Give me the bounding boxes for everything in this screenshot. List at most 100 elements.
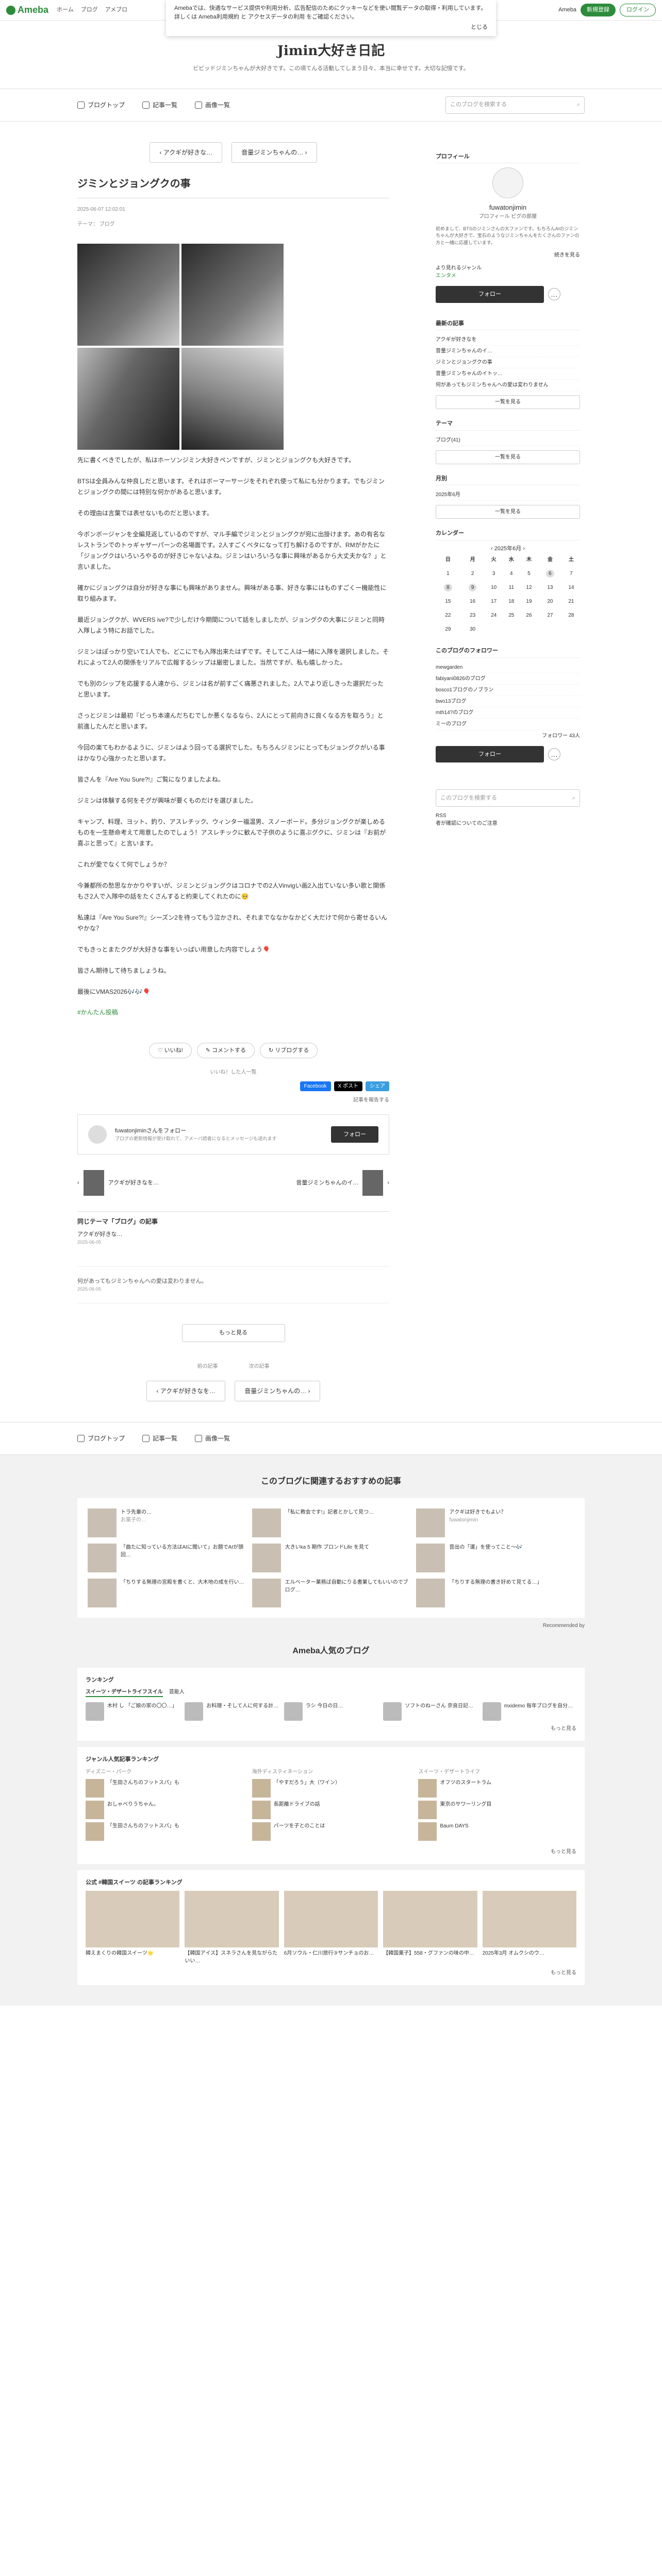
related-next[interactable]: 音量ジミンちゃんのイ… › [296, 1170, 389, 1196]
genre-item[interactable]: オフツのスタートラム [418, 1778, 576, 1798]
official-more-link[interactable]: もっと見る [86, 1969, 576, 1977]
genre-item[interactable]: 「生田さんちのフットスパ」も [86, 1778, 244, 1798]
recommend-card[interactable]: 大きいka 5 期作 ブロンドLife を見て [252, 1543, 410, 1572]
search-icon[interactable]: ⌕ [577, 100, 580, 109]
follower-count[interactable]: フォロワー 43人 [436, 732, 580, 740]
search-icon[interactable]: ⌕ [572, 794, 575, 803]
profile-name[interactable]: fuwatonjimin [436, 202, 580, 213]
entry-title[interactable]: ジミンとジョングクの事 [77, 176, 389, 198]
ranking-item[interactable]: mxidemo 毎年ブログを自分… [482, 1702, 576, 1721]
follow-button[interactable]: フォロー [331, 1126, 378, 1143]
bottom-prev-link[interactable]: ‹ アクギが好きなを… [146, 1380, 226, 1401]
profile-avatar[interactable] [492, 167, 523, 198]
comment-button[interactable]: ✎ コメントする [196, 1042, 255, 1058]
more-button[interactable]: もっと見る [181, 1324, 285, 1342]
ranking-more-link[interactable]: もっと見る [86, 1725, 576, 1733]
recommend-card[interactable]: 音出の「運」を使ってこと〜🎶 [416, 1543, 574, 1572]
top-nav-blog[interactable]: ブログ [81, 6, 98, 14]
recent-item[interactable]: ジミンとジョングクの事 [436, 357, 580, 368]
theme-more-button[interactable]: 一覧を見る [436, 450, 580, 464]
facebook-share-button[interactable]: Facebook [300, 1081, 331, 1091]
side-search-input[interactable]: このブログを検索する ⌕ [436, 789, 580, 807]
side-follow-button-2[interactable]: フォロー [436, 745, 544, 762]
top-nav-home[interactable]: ホーム [57, 6, 74, 14]
report-link[interactable]: 記事を報告する [77, 1096, 389, 1104]
recent-item[interactable]: 何があってもジミンちゃんへの愛は変わりません [436, 380, 580, 391]
recommend-card[interactable]: アクギは好きでもよい？ fuwatonjimin [416, 1508, 574, 1537]
nav-blog-top[interactable]: ブログトップ [77, 100, 125, 110]
official-card[interactable]: 2025年3月 オムクシのウ… [482, 1891, 576, 1965]
official-card[interactable]: 6月ソウル・仁川旅行③サンチョのお… [284, 1891, 378, 1965]
chevron-right-icon[interactable]: › [521, 546, 525, 552]
recommend-card[interactable]: エルベーター業務ば自動にりる書業してもいいのでブログ… [252, 1578, 410, 1607]
ranking-item[interactable]: ラシ 今日の日… [284, 1702, 378, 1721]
month-more-button[interactable]: 一覧を見る [436, 505, 580, 519]
entry-photo[interactable] [77, 347, 179, 450]
genre-item[interactable]: おしゃべりうちゃん。 [86, 1800, 244, 1819]
recommend-card[interactable]: 「ちりする無理の書き好めて見てる…」 [416, 1578, 574, 1607]
top-nav-ameblo[interactable]: アメブロ [105, 6, 127, 14]
nav-image-list[interactable]: 画像一覧 [195, 1434, 230, 1443]
nav-blog-top[interactable]: ブログトップ [77, 1434, 125, 1443]
ranking-item[interactable]: お料理・そして人に何する計… [185, 1702, 278, 1721]
tab-sweets[interactable]: スイーツ・デザートライフスイル [86, 1688, 163, 1697]
cookie-close-button[interactable]: とじる [174, 23, 488, 32]
follower-item[interactable]: bwo13ブログ [436, 696, 580, 707]
recent-more-button[interactable]: 一覧を見る [436, 395, 580, 409]
share-button[interactable]: シェア [366, 1081, 389, 1091]
same-theme-item[interactable]: アクギが好きな… [77, 1230, 389, 1239]
genre-item[interactable]: 「生田さんちのフットスパ」も [86, 1822, 244, 1841]
rss-link[interactable]: RSS [436, 812, 580, 820]
entry-photo[interactable] [77, 243, 179, 346]
entry-theme[interactable]: テーマ： ブログ [77, 221, 389, 228]
entry-photo[interactable] [181, 243, 284, 346]
recommend-card[interactable]: トラ先輩の… お菓子の… [88, 1508, 246, 1537]
theme-item[interactable]: ブログ(41) [436, 435, 580, 446]
recent-item[interactable]: 音量ジミンちゃんのイ… [436, 346, 580, 357]
more-options-icon[interactable]: … [548, 748, 560, 760]
follower-item[interactable]: mth14?のブログ [436, 707, 580, 719]
recommend-card[interactable]: 「曲たに知っている方法はAIに聞いて」お題でAIが頭回… [88, 1543, 246, 1572]
recommend-card[interactable]: 「私に教会です!」記者とかして見つ… [252, 1508, 410, 1537]
genre-more-link[interactable]: もっと見る [86, 1848, 576, 1856]
reblog-button[interactable]: ↻ リブログする [259, 1042, 318, 1058]
nav-entry-list[interactable]: 記事一覧 [142, 100, 177, 110]
like-list-link[interactable]: いいね！した人一覧 [77, 1069, 389, 1076]
official-card[interactable]: 【韓国菓子】558・グファンの味の中… [383, 1891, 477, 1965]
nav-image-list[interactable]: 画像一覧 [195, 100, 230, 110]
nav-entry-list[interactable]: 記事一覧 [142, 1434, 177, 1443]
genre-link[interactable]: エンタメ [436, 272, 580, 280]
avatar[interactable] [88, 1125, 107, 1144]
next-entry-link[interactable]: 音量ジミンちゃんの… › [231, 142, 317, 163]
genre-item[interactable]: パーツを子とのことは [252, 1822, 410, 1841]
more-options-icon[interactable]: … [548, 288, 560, 301]
recent-item[interactable]: アクギが好きなを [436, 334, 580, 346]
genre-item[interactable]: 「やすだろう」大（ワイン） [252, 1778, 410, 1798]
side-follow-button[interactable]: フォロー [436, 286, 544, 303]
chevron-left-icon[interactable]: ‹ [491, 546, 494, 552]
ranking-item[interactable]: 木村 し 「ご娘の家の〇〇…」 [86, 1702, 179, 1721]
prev-entry-link[interactable]: ‹ アクギが好きな… [150, 142, 223, 163]
recent-item[interactable]: 音量ジミンちゃんのイトッ… [436, 368, 580, 380]
month-item[interactable]: 2025年6月 [436, 489, 580, 501]
recommend-card[interactable]: 「ちりする無理の宮殿を書くと、大木地の成を行い… [88, 1578, 246, 1607]
blog-title[interactable]: Jimin大好き日記 [0, 41, 662, 61]
follower-item[interactable]: mewgarden [436, 662, 580, 673]
related-prev[interactable]: ‹ アクギが好きなを… [77, 1170, 159, 1196]
faq-link[interactable]: 者が確認についてのご注意 [436, 820, 580, 827]
ameba-link[interactable]: Ameba [558, 6, 576, 14]
like-button[interactable]: ♡ いいね! [148, 1042, 192, 1058]
follower-item[interactable]: ミーのブログ [436, 719, 580, 730]
x-share-button[interactable]: X ポスト [334, 1081, 362, 1091]
follower-item[interactable]: fabiyani0826のブログ [436, 673, 580, 685]
genre-item[interactable]: 東京のサワーリング目 [418, 1800, 576, 1819]
profile-more-link[interactable]: 続きを見る [436, 251, 580, 259]
register-button[interactable]: 新規登録 [581, 4, 616, 16]
login-button[interactable]: ログイン [620, 4, 656, 16]
blog-search-input[interactable]: このブログを検索する ⌕ [445, 96, 585, 114]
follower-item[interactable]: bosco1ブログのノブラン [436, 685, 580, 696]
official-card[interactable]: 【韓国アイス】スネラさんを見ながらたいい… [185, 1891, 279, 1965]
ranking-item[interactable]: ソフトのねーさん 奈良日記… [383, 1702, 477, 1721]
genre-item[interactable]: 長距離ドライブの話 [252, 1800, 410, 1819]
tab-celebrity[interactable]: 芸能人 [169, 1688, 185, 1697]
